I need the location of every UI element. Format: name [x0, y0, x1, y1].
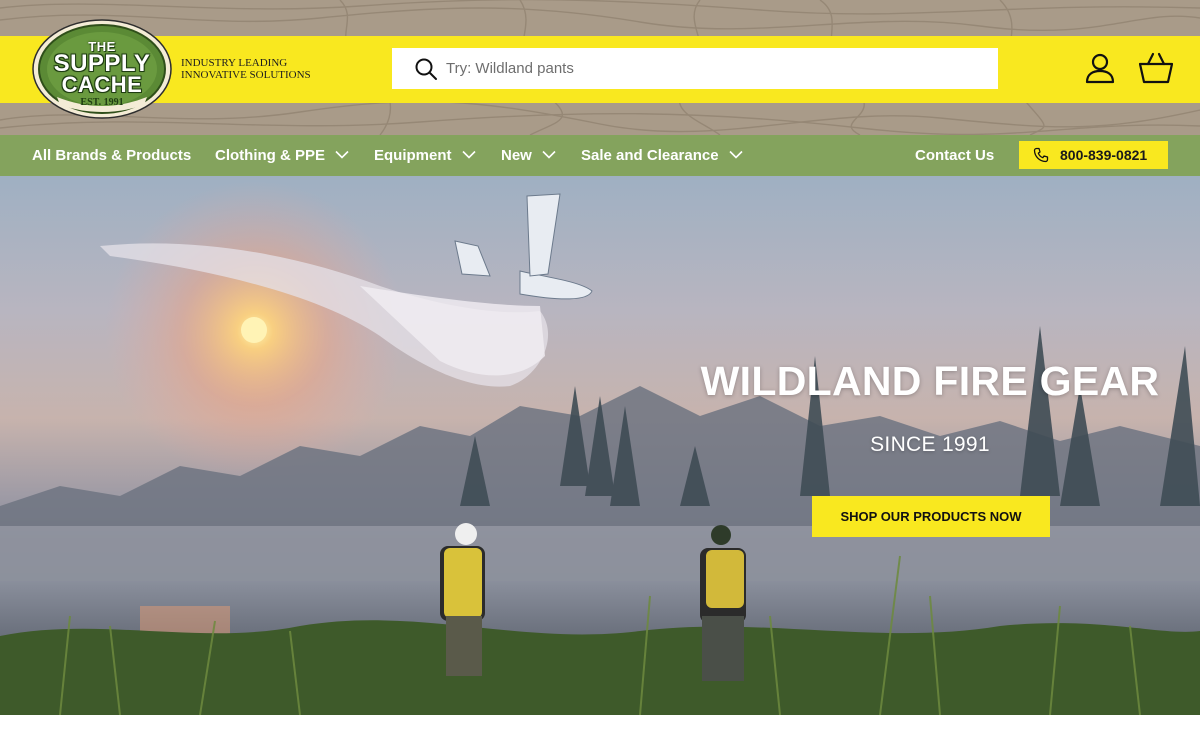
hero-subtitle: SINCE 1991 — [870, 433, 990, 456]
phone-button[interactable]: 800-839-0821 — [1019, 141, 1168, 169]
hero-title: WILDLAND FIRE GEAR — [700, 358, 1160, 404]
nav-all-brands-label: All Brands & Products — [32, 147, 192, 164]
nav-new-label: New — [501, 147, 532, 164]
search-icon[interactable] — [414, 57, 438, 81]
phone-icon — [1033, 147, 1049, 163]
nav-clothing-ppe-label: Clothing & PPE — [215, 147, 325, 164]
phone-number: 800-839-0821 — [1060, 147, 1148, 163]
account-icon[interactable] — [1084, 52, 1116, 84]
chevron-down-icon — [462, 150, 476, 159]
logo-est: EST. 1991 — [80, 97, 124, 108]
tagline: INDUSTRY LEADING INNOVATIVE SOLUTIONS — [181, 57, 331, 81]
logo-wordmark: THE SUPPLY CACHE EST. 1991 — [32, 19, 172, 119]
logo[interactable]: THE SUPPLY CACHE EST. 1991 — [32, 19, 172, 119]
hero-banner: WILDLAND FIRE GEAR SINCE 1991 SHOP OUR P… — [0, 176, 1200, 715]
cart-icon[interactable] — [1139, 52, 1173, 84]
tagline-line2: INNOVATIVE SOLUTIONS — [181, 69, 311, 81]
shop-products-button[interactable]: SHOP OUR PRODUCTS NOW — [812, 496, 1050, 537]
nav-clothing-ppe[interactable]: Clothing & PPE — [215, 135, 349, 176]
search-input[interactable] — [446, 48, 986, 89]
nav-equipment-label: Equipment — [374, 147, 452, 164]
tagline-line1: INDUSTRY LEADING — [181, 57, 288, 69]
nav-new[interactable]: New — [501, 135, 556, 176]
nav-contact-us[interactable]: Contact Us — [915, 135, 994, 176]
chevron-down-icon — [729, 150, 743, 159]
chevron-down-icon — [335, 150, 349, 159]
nav-all-brands[interactable]: All Brands & Products — [32, 135, 191, 176]
chevron-down-icon — [542, 150, 556, 159]
search-box[interactable] — [392, 48, 998, 89]
nav-equipment[interactable]: Equipment — [374, 135, 476, 176]
nav-sale-clearance-label: Sale and Clearance — [581, 147, 719, 164]
logo-cache: CACHE — [61, 72, 143, 97]
nav-sale-clearance[interactable]: Sale and Clearance — [581, 135, 743, 176]
nav-contact-us-label: Contact Us — [915, 147, 995, 164]
